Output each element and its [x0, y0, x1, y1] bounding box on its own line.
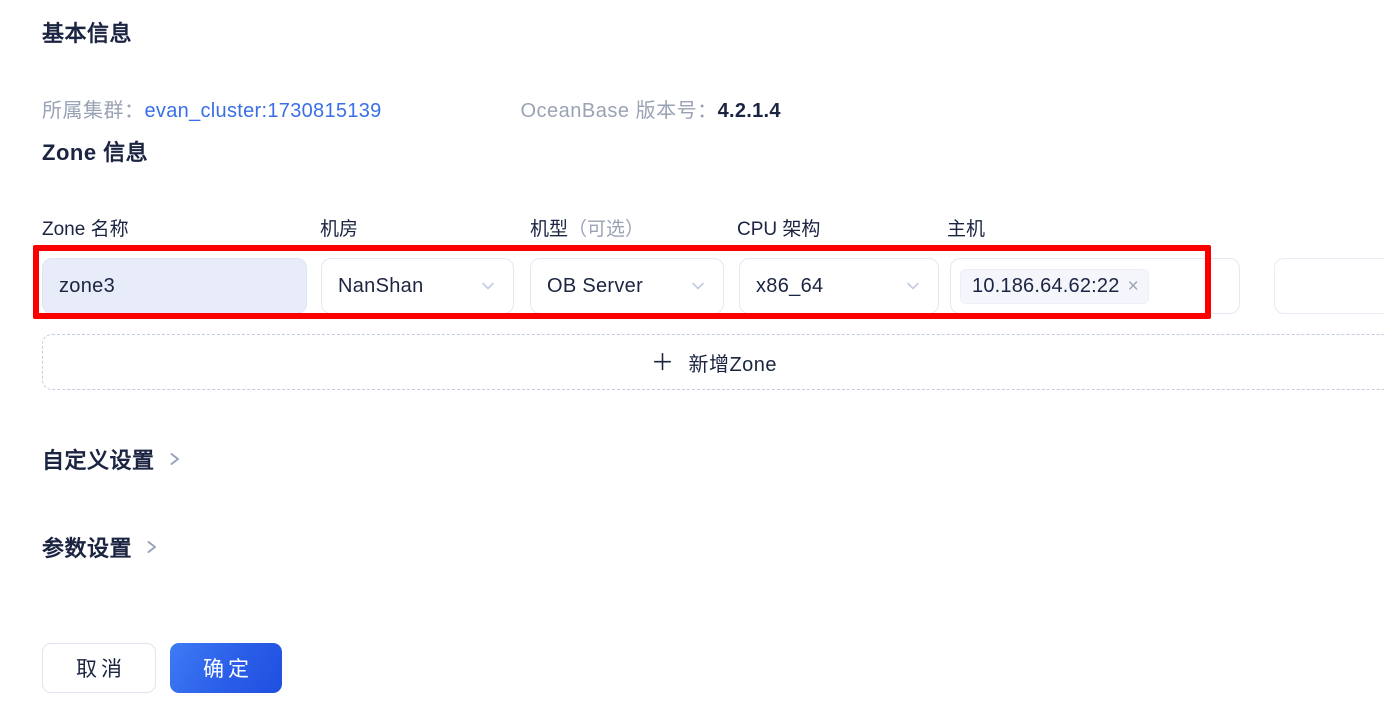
basic-info-meta: 所属集群：evan_cluster:1730815139 OceanBase 版…	[42, 94, 781, 124]
parameter-settings-section-toggle[interactable]: 参数设置	[42, 531, 160, 563]
plus-icon: ＋	[650, 348, 675, 375]
column-header-zone-name-text: Zone 名称	[42, 219, 129, 240]
basic-info-title: 基本信息	[42, 21, 133, 46]
zone-config-page: 基本信息 所属集群：evan_cluster:1730815139 OceanB…	[0, 0, 1384, 712]
cluster-link[interactable]: evan_cluster:1730815139	[145, 100, 382, 122]
column-header-cpu-arch: CPU 架构	[737, 214, 820, 241]
version-label: OceanBase 版本号：	[520, 100, 718, 122]
host-tag[interactable]: 10.186.64.62:22 ×	[960, 268, 1149, 304]
column-header-model-text: 机型	[530, 219, 569, 240]
cluster-label: 所属集群：	[42, 100, 145, 122]
chevron-down-icon	[904, 277, 922, 295]
version-value: 4.2.1.4	[717, 100, 781, 122]
add-zone-label: 新增Zone	[688, 353, 778, 376]
close-icon[interactable]: ×	[1128, 277, 1139, 296]
model-value: OB Server	[547, 274, 644, 297]
idc-select[interactable]: NanShan	[321, 258, 514, 314]
chevron-down-icon	[479, 277, 497, 295]
add-zone-button[interactable]: ＋ 新增Zone	[42, 334, 1384, 390]
overflow-field[interactable]	[1274, 258, 1384, 314]
column-header-idc-text: 机房	[320, 219, 359, 240]
parameter-settings-label: 参数设置	[42, 536, 133, 561]
confirm-button[interactable]: 确定	[170, 643, 282, 693]
column-header-idc: 机房	[320, 214, 358, 241]
column-header-host-text: 主机	[947, 219, 986, 240]
column-header-cpu-arch-text: CPU 架构	[737, 219, 821, 240]
cpu-arch-value: x86_64	[756, 274, 824, 297]
zone-name-input[interactable]: zone3	[42, 258, 307, 314]
chevron-right-icon	[144, 537, 160, 557]
custom-settings-label: 自定义设置	[42, 448, 155, 473]
chevron-right-icon	[167, 449, 183, 469]
add-zone-inner: ＋ 新增Zone	[43, 348, 1384, 377]
cpu-arch-select[interactable]: x86_64	[739, 258, 939, 314]
column-header-zone-name: Zone 名称	[42, 214, 129, 241]
version-meta: OceanBase 版本号：4.2.1.4	[521, 94, 781, 123]
chevron-down-icon	[689, 277, 707, 295]
custom-settings-section-toggle[interactable]: 自定义设置	[42, 443, 183, 475]
host-select[interactable]: 10.186.64.62:22 ×	[950, 258, 1240, 314]
column-header-host: 主机	[947, 214, 985, 241]
model-select[interactable]: OB Server	[530, 258, 724, 314]
cancel-button[interactable]: 取消	[42, 643, 156, 693]
cluster-meta: 所属集群：evan_cluster:1730815139	[42, 94, 382, 123]
zone-info-title: Zone 信息	[42, 140, 149, 165]
column-header-model-optional: （可选）	[568, 219, 645, 240]
host-tag-label: 10.186.64.62:22	[972, 274, 1120, 297]
column-header-model: 机型（可选）	[530, 214, 644, 241]
idc-value: NanShan	[338, 274, 424, 297]
zone-name-value: zone3	[59, 274, 115, 297]
